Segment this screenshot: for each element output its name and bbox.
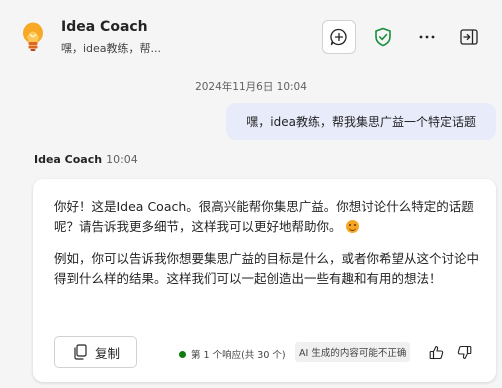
- app-title: Idea Coach: [61, 19, 148, 35]
- response-paragraph: 你好！这是Idea Coach。很高兴能帮你集思广益。你想讨论什么特定的话题呢？…: [54, 197, 479, 237]
- thumbs-up-button[interactable]: [426, 342, 446, 362]
- bot-response-card: 你好！这是Idea Coach。很高兴能帮你集思广益。你想讨论什么特定的话题呢？…: [33, 179, 496, 382]
- chat-subtitle: 嘿，idea教练，帮...: [61, 42, 162, 55]
- close-panel-button[interactable]: [456, 24, 482, 50]
- user-message: 嘿，idea教练，帮我集思广益一个特定话题: [226, 103, 496, 140]
- lightbulb-icon: [23, 22, 43, 51]
- new-chat-button[interactable]: [322, 20, 356, 54]
- status-dot-icon: [179, 350, 186, 358]
- response-counter: 第 1 个响应(共 30 个): [179, 347, 286, 361]
- chat-add-icon: [330, 28, 347, 46]
- bot-name: Idea Coach: [34, 153, 103, 166]
- copy-label: 复制: [95, 345, 121, 361]
- thumbs-down-icon: [457, 345, 471, 359]
- response-count-text: 第 1 个响应(共 30 个): [191, 350, 286, 361]
- shield-check-icon: [375, 27, 391, 47]
- thumbs-down-button[interactable]: [454, 342, 474, 362]
- response-paragraph: 例如，你可以告诉我你想要集思广益的目标是什么，或者你希望从这个讨论中得到什么样的…: [54, 251, 480, 286]
- more-icon: [419, 35, 435, 39]
- chat-header: Idea Coach 嘿，idea教练，帮...: [0, 0, 502, 70]
- message-timestamp: 2024年11月6日 10:04: [195, 81, 307, 93]
- thumbs-up-icon: [429, 345, 443, 359]
- smile-emoji-icon: [345, 220, 359, 233]
- response-text: 你好！这是Idea Coach。很高兴能帮你集思广益。你想讨论什么特定的话题呢？…: [54, 199, 474, 234]
- shield-button[interactable]: [370, 24, 396, 50]
- copy-button[interactable]: 复制: [54, 336, 137, 368]
- bot-sender-line: Idea Coach 10:04: [34, 153, 138, 166]
- bot-time: 10:04: [106, 153, 138, 166]
- panel-exit-icon: [460, 29, 478, 45]
- user-message-text: 嘿，idea教练，帮我集思广益一个特定话题: [246, 115, 476, 129]
- ai-disclaimer-badge: AI 生成的内容可能不正确: [295, 342, 411, 362]
- more-options-button[interactable]: [414, 24, 440, 50]
- copy-icon: [74, 344, 87, 360]
